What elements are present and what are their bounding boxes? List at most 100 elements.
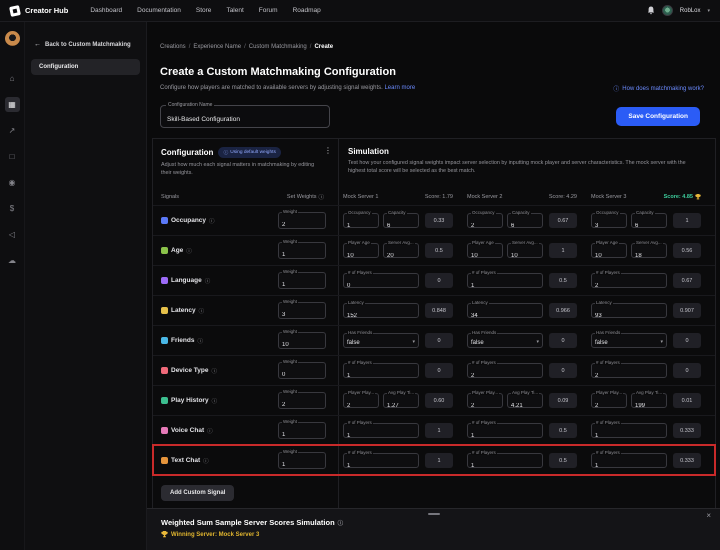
nav-store[interactable]: Store bbox=[196, 7, 212, 14]
of-players-input[interactable] bbox=[592, 458, 666, 471]
close-icon[interactable]: × bbox=[706, 511, 711, 520]
user-avatar[interactable] bbox=[662, 5, 673, 16]
weight-label: Weight bbox=[282, 239, 298, 244]
store-icon[interactable]: □ bbox=[5, 149, 20, 164]
of-players-input[interactable] bbox=[344, 368, 418, 381]
player-age-input[interactable] bbox=[344, 248, 378, 261]
latency-input[interactable] bbox=[592, 308, 666, 321]
experience-thumbnail[interactable] bbox=[5, 31, 20, 46]
occupancy-input[interactable] bbox=[592, 218, 626, 231]
info-icon: ⓘ bbox=[203, 457, 209, 465]
of-players-field: # of Players bbox=[467, 453, 543, 468]
nav-roadmap[interactable]: Roadmap bbox=[293, 7, 321, 14]
audio-icon[interactable]: ◁ bbox=[5, 227, 20, 242]
back-arrow-icon: ← bbox=[34, 41, 41, 48]
kebab-menu-icon[interactable]: ⋮ bbox=[324, 147, 332, 155]
save-configuration-button[interactable]: Save Configuration bbox=[616, 107, 700, 126]
nav-forum[interactable]: Forum bbox=[259, 7, 278, 14]
has-friends-select[interactable]: false bbox=[592, 336, 608, 346]
has-friends-select[interactable]: false bbox=[344, 336, 360, 346]
signal-row-friends: FriendsⓘWeightHas Friendsfalse▾0Has Frie… bbox=[153, 325, 715, 355]
avg-play-ti-input[interactable] bbox=[508, 398, 542, 411]
weight-field: Weight bbox=[278, 332, 326, 349]
latency-input[interactable] bbox=[344, 308, 418, 321]
signal-score-value: 1 bbox=[549, 243, 577, 258]
latency-input[interactable] bbox=[468, 308, 542, 321]
learn-more-link[interactable]: Learn more bbox=[384, 85, 415, 91]
signal-score-value: 0.907 bbox=[673, 303, 701, 318]
of-players-input[interactable] bbox=[468, 368, 542, 381]
server-avg-input[interactable] bbox=[384, 248, 418, 261]
breadcrumb-item-create[interactable]: Create bbox=[314, 44, 333, 50]
of-players-input[interactable] bbox=[592, 428, 666, 441]
chevron-down-icon: ▾ bbox=[412, 336, 415, 345]
input-fields: OccupancyCapacity bbox=[343, 213, 419, 228]
avg-play-ti-input[interactable] bbox=[384, 398, 418, 411]
user-name[interactable]: RobLox bbox=[680, 8, 701, 14]
cloud-icon[interactable]: ☁ bbox=[5, 253, 20, 268]
player-age-input[interactable] bbox=[468, 248, 502, 261]
of-players-input[interactable] bbox=[592, 368, 666, 381]
configuration-name-input[interactable] bbox=[161, 106, 329, 127]
of-players-field: # of Players bbox=[343, 273, 419, 288]
weight-input-friends[interactable] bbox=[279, 336, 325, 351]
capacity-input[interactable] bbox=[632, 218, 666, 231]
of-players-input[interactable] bbox=[344, 278, 418, 291]
breadcrumb-item-custom-matchmaking[interactable]: Custom Matchmaking bbox=[249, 44, 307, 50]
weight-input-language[interactable] bbox=[279, 276, 325, 291]
collaborators-icon[interactable]: ◉ bbox=[5, 175, 20, 190]
occupancy-input[interactable] bbox=[468, 218, 502, 231]
analytics-icon[interactable]: ↗ bbox=[5, 123, 20, 138]
weight-input-occupancy[interactable] bbox=[279, 216, 325, 231]
breadcrumb-item-experience-name[interactable]: Experience Name bbox=[193, 44, 241, 50]
mock-server-2-cell: OccupancyCapacity0.67 bbox=[467, 213, 587, 228]
chevron-down-icon[interactable]: ▾ bbox=[707, 8, 710, 14]
input-fields: # of Players bbox=[343, 453, 419, 468]
nav-talent[interactable]: Talent bbox=[226, 7, 243, 14]
occupancy-input[interactable] bbox=[344, 218, 378, 231]
weight-input-text-chat[interactable] bbox=[279, 456, 325, 471]
weight-input-voice-chat[interactable] bbox=[279, 426, 325, 441]
field-label: Latency bbox=[471, 300, 489, 305]
server-avg-input[interactable] bbox=[632, 248, 666, 261]
notifications-bell-icon[interactable] bbox=[647, 6, 655, 15]
finance-icon[interactable]: $ bbox=[5, 201, 20, 216]
breadcrumb-item-creations[interactable]: Creations bbox=[160, 44, 186, 50]
configuration-description: Adjust how much each signal matters in m… bbox=[161, 162, 321, 177]
of-players-input[interactable] bbox=[468, 278, 542, 291]
of-players-field: # of Players bbox=[591, 273, 667, 288]
of-players-input[interactable] bbox=[468, 428, 542, 441]
weight-input-device-type[interactable] bbox=[279, 366, 325, 381]
sidebar-item-configuration[interactable]: Configuration bbox=[31, 59, 140, 75]
player-play-input[interactable] bbox=[344, 398, 378, 411]
has-friends-select[interactable]: false bbox=[468, 336, 484, 346]
of-players-input[interactable] bbox=[592, 278, 666, 291]
weight-input-play-history[interactable] bbox=[279, 396, 325, 411]
nav-dashboard[interactable]: Dashboard bbox=[90, 7, 122, 14]
home-icon[interactable]: ⌂ bbox=[5, 71, 20, 86]
server-avg-input[interactable] bbox=[508, 248, 542, 261]
nav-documentation[interactable]: Documentation bbox=[137, 7, 181, 14]
brand[interactable]: Creator Hub bbox=[10, 6, 68, 16]
player-play-input[interactable] bbox=[592, 398, 626, 411]
weight-input-age[interactable] bbox=[279, 246, 325, 261]
capacity-input[interactable] bbox=[384, 218, 418, 231]
signal-score-value: 0 bbox=[425, 333, 453, 348]
capacity-input[interactable] bbox=[508, 218, 542, 231]
of-players-input[interactable] bbox=[344, 458, 418, 471]
of-players-input[interactable] bbox=[468, 458, 542, 471]
add-custom-signal-button[interactable]: Add Custom Signal bbox=[161, 485, 234, 501]
of-players-input[interactable] bbox=[344, 428, 418, 441]
weight-input-latency[interactable] bbox=[279, 306, 325, 321]
player-play-input[interactable] bbox=[468, 398, 502, 411]
creations-icon[interactable]: ▦ bbox=[5, 97, 20, 112]
player-age-input[interactable] bbox=[592, 248, 626, 261]
collapse-handle[interactable] bbox=[428, 513, 440, 515]
signal-score-value: 0 bbox=[673, 363, 701, 378]
matchmaking-help-link[interactable]: ⓘ How does matchmaking work? bbox=[613, 84, 704, 93]
signal-score-value: 0.67 bbox=[549, 213, 577, 228]
mock-server-2-cell: # of Players0.5 bbox=[467, 453, 587, 468]
avg-play-ti-input[interactable] bbox=[632, 398, 666, 411]
back-to-custom-matchmaking-link[interactable]: ← Back to Custom Matchmaking bbox=[25, 41, 146, 48]
info-icon: ⓘ bbox=[211, 367, 217, 375]
